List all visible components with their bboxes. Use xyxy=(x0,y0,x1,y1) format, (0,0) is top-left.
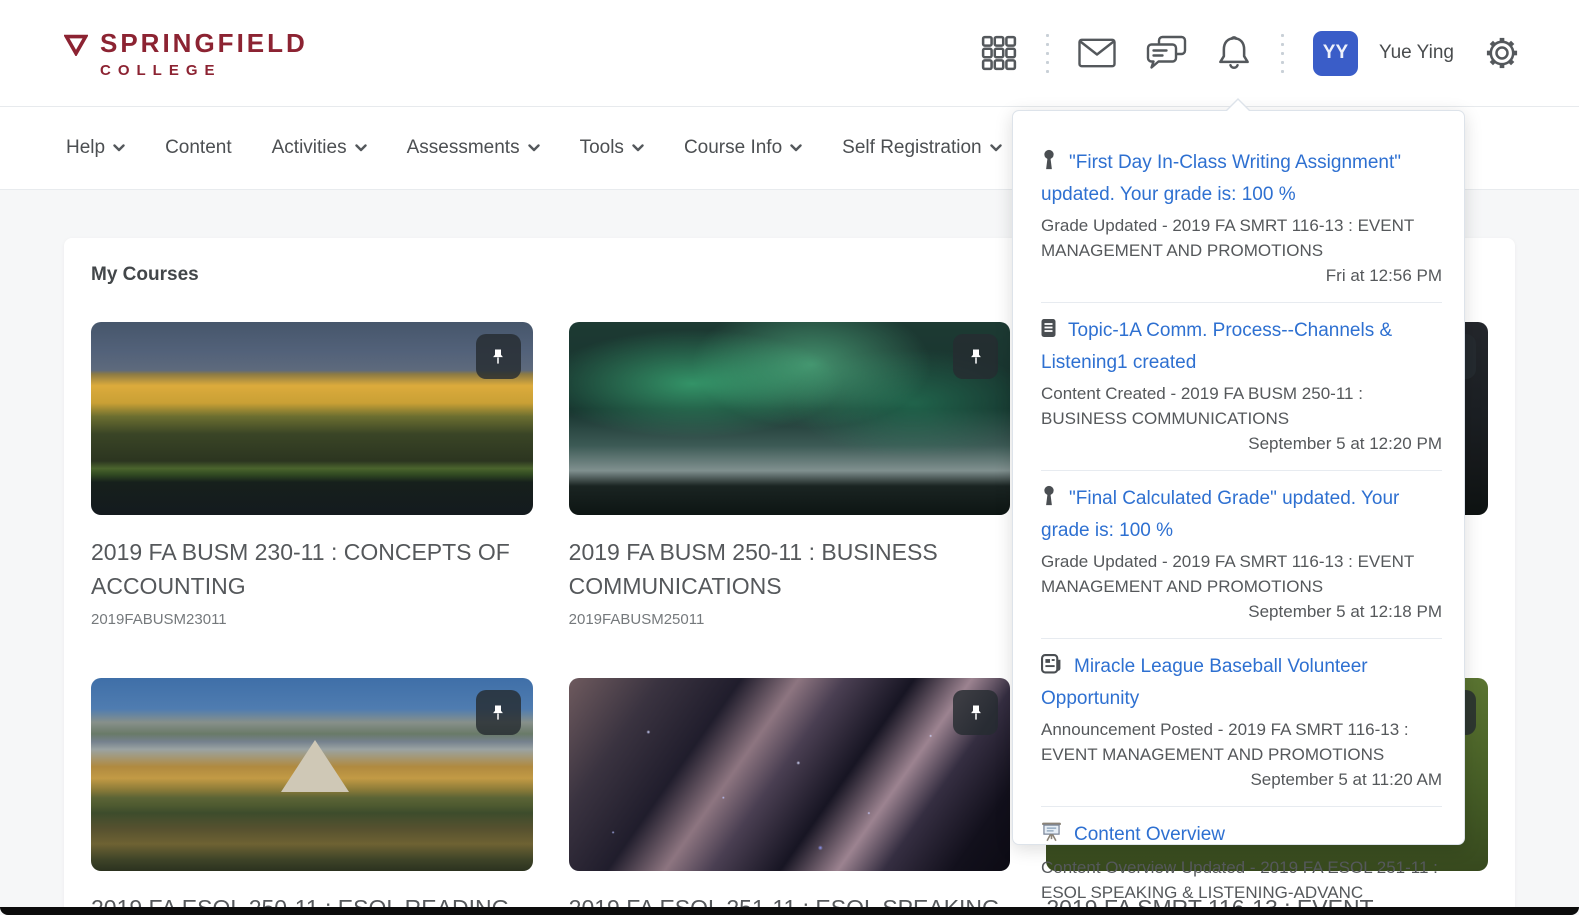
pin-button[interactable] xyxy=(953,334,998,379)
notification-item: Miracle League Baseball Volunteer Opport… xyxy=(1041,639,1442,807)
course-image-night-nebula[interactable] xyxy=(569,678,1011,871)
course-card: 2019 FA ESOL 251-11 : ESOL SPEAKING xyxy=(569,678,1011,915)
notification-link[interactable]: "First Day In-Class Writing Assignment" … xyxy=(1041,152,1401,205)
notification-timestamp: September 5 at 12:18 PM xyxy=(1041,602,1442,623)
course-code: 2019FABUSM25011 xyxy=(569,611,1011,628)
grade-icon xyxy=(1041,485,1057,516)
chevron-down-icon xyxy=(632,144,644,152)
nav-item-help[interactable]: Help xyxy=(66,137,125,159)
nav-item-assessments[interactable]: Assessments xyxy=(407,137,540,159)
logo-line1: SPRINGFIELD xyxy=(100,28,308,59)
pushpin-icon xyxy=(966,703,986,723)
course-image-mountain-lake-chalet[interactable] xyxy=(91,678,533,871)
notification-timestamp: Fri at 12:56 PM xyxy=(1041,266,1442,287)
notification-item: "Final Calculated Grade" updated. Your g… xyxy=(1041,471,1442,639)
notification-item: Topic-1A Comm. Process--Channels & Liste… xyxy=(1041,303,1442,471)
nav-item-course-info[interactable]: Course Info xyxy=(684,137,802,159)
notification-subtitle: Grade Updated - 2019 FA SMRT 116-13 : EV… xyxy=(1041,213,1442,263)
window-bottom-edge xyxy=(0,907,1579,915)
chat-icon[interactable] xyxy=(1145,35,1187,71)
nav-item-self-registration[interactable]: Self Registration xyxy=(842,137,1001,159)
course-card: 2019 FA ESOL 250-11 : ESOL READING xyxy=(91,678,533,915)
notification-timestamp: September 5 at 11:20 AM xyxy=(1041,770,1442,791)
chevron-down-icon xyxy=(355,144,367,152)
pushpin-icon xyxy=(966,347,986,367)
document-icon xyxy=(1041,318,1056,348)
notification-item: "First Day In-Class Writing Assignment" … xyxy=(1041,135,1442,303)
notification-item: Content Overview Content Overview Update… xyxy=(1041,807,1442,915)
notification-link[interactable]: Topic-1A Comm. Process--Channels & Liste… xyxy=(1041,320,1392,373)
chevron-down-icon xyxy=(790,144,802,152)
pushpin-icon xyxy=(488,703,508,723)
springfield-college-logo[interactable]: SPRINGFIELD COLLEGE xyxy=(64,28,308,79)
course-title[interactable]: 2019 FA BUSM 250-11 : BUSINESS COMMUNICA… xyxy=(569,535,1011,603)
notification-subtitle: Announcement Posted - 2019 FA SMRT 116-1… xyxy=(1041,717,1442,767)
notification-subtitle: Content Created - 2019 FA BUSM 250-11 : … xyxy=(1041,381,1442,431)
bell-icon[interactable] xyxy=(1216,34,1252,72)
course-image-autumn-forest-lake[interactable] xyxy=(91,322,533,515)
divider xyxy=(1046,31,1049,75)
divider xyxy=(1281,31,1284,75)
nav-item-content[interactable]: Content xyxy=(165,137,232,159)
logo-line2: COLLEGE xyxy=(100,62,308,79)
nav-item-activities[interactable]: Activities xyxy=(272,137,367,159)
notification-subtitle: Content Overview Updated - 2019 FA ESOL … xyxy=(1041,855,1442,905)
announcement-icon xyxy=(1041,654,1062,684)
nav-item-tools[interactable]: Tools xyxy=(580,137,644,159)
chevron-down-icon xyxy=(990,144,1002,152)
notification-timestamp: September 5 at 12:20 PM xyxy=(1041,434,1442,455)
app-launcher-icon[interactable] xyxy=(981,35,1017,71)
course-card: 2019 FA BUSM 250-11 : BUSINESS COMMUNICA… xyxy=(569,322,1011,628)
notification-subtitle: Grade Updated - 2019 FA SMRT 116-13 : EV… xyxy=(1041,549,1442,599)
chevron-down-icon xyxy=(113,144,125,152)
notification-link[interactable]: Miracle League Baseball Volunteer Opport… xyxy=(1041,656,1368,709)
course-card: 2019 FA BUSM 230-11 : CONCEPTS OF ACCOUN… xyxy=(91,322,533,628)
settings-gear-icon[interactable] xyxy=(1483,34,1521,72)
header-actions: YY Yue Ying xyxy=(981,31,1521,76)
pin-button[interactable] xyxy=(476,690,521,735)
course-code: 2019FABUSM23011 xyxy=(91,611,533,628)
pin-button[interactable] xyxy=(476,334,521,379)
course-image-aurora-mountains[interactable] xyxy=(569,322,1011,515)
top-header: SPRINGFIELD COLLEGE xyxy=(0,0,1579,107)
pushpin-icon xyxy=(488,347,508,367)
chevron-down-icon xyxy=(528,144,540,152)
notification-link[interactable]: "Final Calculated Grade" updated. Your g… xyxy=(1041,488,1399,541)
avatar[interactable]: YY xyxy=(1313,31,1358,76)
email-icon[interactable] xyxy=(1078,38,1116,68)
notifications-flyout: "First Day In-Class Writing Assignment" … xyxy=(1012,110,1465,845)
flyout-caret xyxy=(1225,98,1251,111)
course-title[interactable]: 2019 FA BUSM 230-11 : CONCEPTS OF ACCOUN… xyxy=(91,535,533,603)
user-name[interactable]: Yue Ying xyxy=(1379,42,1454,64)
nabla-logo-icon xyxy=(64,34,88,61)
grade-icon xyxy=(1041,149,1057,180)
pin-button[interactable] xyxy=(953,690,998,735)
presentation-screen-icon xyxy=(1041,821,1062,852)
notification-link[interactable]: Content Overview xyxy=(1074,824,1225,845)
